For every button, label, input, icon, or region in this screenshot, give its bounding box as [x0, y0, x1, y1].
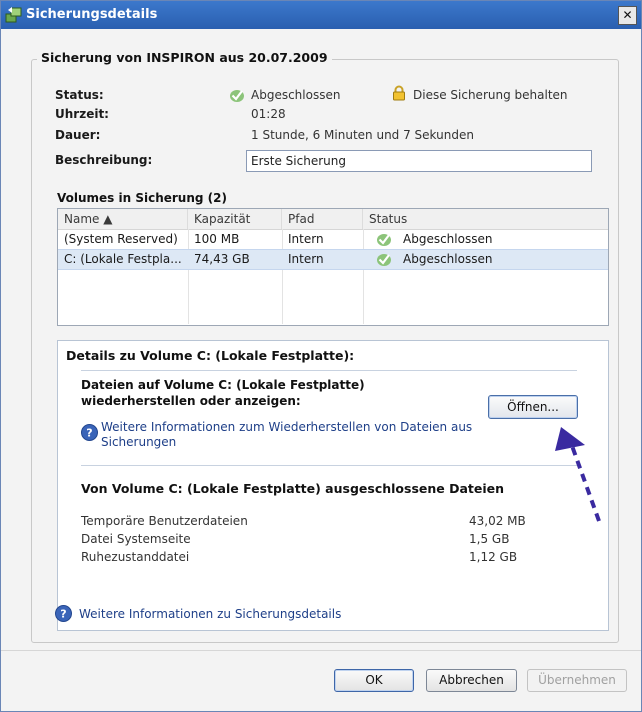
volume-capacity: 74,43 GB [194, 252, 250, 266]
restore-help-line2: Sicherungen [101, 435, 177, 449]
open-button[interactable]: Öffnen... [488, 395, 578, 419]
annotation-arrow [555, 427, 601, 522]
duration-label: Dauer: [55, 128, 101, 142]
details-title: Details zu Volume C: (Lokale Festplatte)… [66, 348, 355, 363]
close-button[interactable]: ✕ [618, 6, 637, 25]
checkmark-icon [377, 234, 391, 246]
column-name[interactable]: Name ▲ [58, 209, 188, 229]
excluded-item-name: Ruhezustanddatei [81, 550, 190, 564]
time-value: 01:28 [251, 107, 286, 121]
table-row[interactable]: C: (Lokale Festpla... 74,43 GB Intern Ab… [58, 249, 608, 270]
checkmark-icon [230, 90, 244, 102]
ok-button[interactable]: OK [334, 669, 414, 692]
time-label: Uhrzeit: [55, 107, 109, 121]
duration-value: 1 Stunde, 6 Minuten und 7 Sekunden [251, 128, 474, 142]
description-label: Beschreibung: [55, 153, 153, 167]
title-bar[interactable]: Sicherungsdetails ✕ [1, 1, 641, 29]
lock-icon [393, 85, 405, 101]
svg-text:?: ? [60, 608, 66, 621]
status-value: Abgeschlossen [251, 88, 341, 102]
window-title: Sicherungsdetails [26, 7, 158, 22]
help-icon: ? [55, 605, 72, 622]
volume-name: (System Reserved) [64, 232, 178, 246]
backup-details-window: Sicherungsdetails ✕ Sicherung von INSPIR… [0, 0, 642, 712]
volume-path: Intern [288, 232, 324, 246]
table-row[interactable]: (System Reserved) 100 MB Intern Abgeschl… [58, 230, 608, 249]
volume-status: Abgeschlossen [403, 232, 493, 246]
restore-files-title-line2: wiederherstellen oder anzeigen: [81, 394, 301, 408]
backup-details-help-link[interactable]: Weitere Informationen zu Sicherungsdetai… [79, 607, 341, 622]
excluded-item-size: 43,02 MB [469, 514, 526, 528]
volume-name: C: (Lokale Festpla... [64, 252, 182, 266]
divider [81, 465, 577, 466]
volumes-heading: Volumes in Sicherung (2) [57, 191, 227, 205]
status-label: Status: [55, 88, 104, 102]
restore-files-title: Dateien auf Volume C: (Lokale Festplatte… [81, 377, 441, 409]
column-path[interactable]: Pfad [282, 209, 363, 229]
excluded-item-name: Datei Systemseite [81, 532, 191, 546]
footer-divider [1, 650, 641, 651]
svg-text:?: ? [86, 427, 92, 440]
excluded-files-title: Von Volume C: (Lokale Festplatte) ausges… [81, 481, 505, 496]
help-icon: ? [81, 424, 98, 441]
restore-help-link[interactable]: Weitere Informationen zum Wiederherstell… [101, 420, 501, 450]
keep-backup-text: Diese Sicherung behalten [413, 88, 568, 102]
backup-app-icon [5, 7, 22, 23]
apply-button[interactable]: Übernehmen [527, 669, 627, 692]
cancel-button[interactable]: Abbrechen [426, 669, 517, 692]
divider [81, 370, 577, 371]
restore-files-title-line1: Dateien auf Volume C: (Lokale Festplatte… [81, 378, 365, 392]
restore-help-line1: Weitere Informationen zum Wiederherstell… [101, 420, 473, 434]
excluded-item-name: Temporäre Benutzerdateien [81, 514, 248, 528]
excluded-item-size: 1,12 GB [469, 550, 518, 564]
backup-group-title: Sicherung von INSPIRON aus 20.07.2009 [37, 50, 332, 65]
column-status[interactable]: Status [363, 209, 608, 229]
volume-path: Intern [288, 252, 324, 266]
volume-status: Abgeschlossen [403, 252, 493, 266]
volumes-list[interactable]: Name ▲ Kapazität Pfad Status (System Res… [57, 208, 609, 326]
column-capacity[interactable]: Kapazität [188, 209, 282, 229]
volume-capacity: 100 MB [194, 232, 240, 246]
list-header: Name ▲ Kapazität Pfad Status [58, 209, 608, 230]
checkmark-icon [377, 254, 391, 266]
excluded-item-size: 1,5 GB [469, 532, 510, 546]
description-input[interactable] [246, 150, 592, 172]
